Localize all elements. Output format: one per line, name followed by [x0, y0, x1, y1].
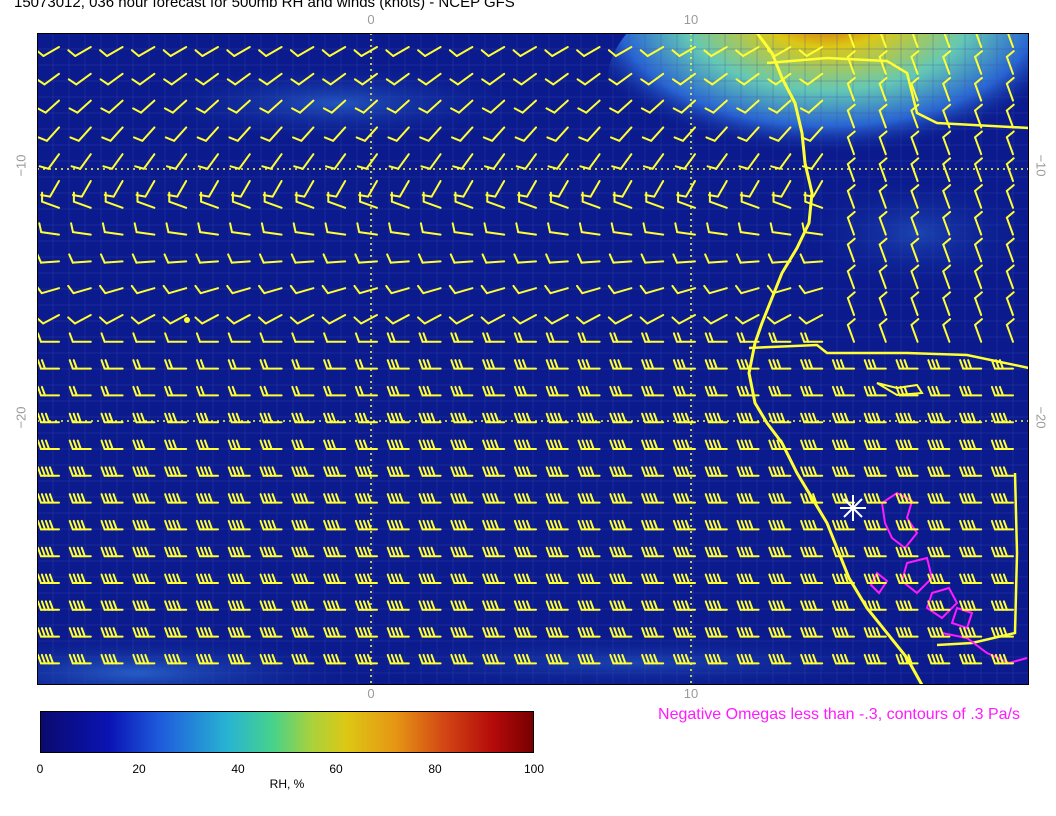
- forecast-map: [37, 33, 1029, 685]
- colorbar: [40, 711, 534, 753]
- colorbar-tick-0: 0: [36, 762, 44, 776]
- lon-tick-top-0: 0: [367, 12, 375, 27]
- omega-note: Negative Omegas less than -.3, contours …: [658, 706, 1020, 723]
- colorbar-tick-60: 60: [329, 762, 343, 776]
- colorbar-gradient: [40, 711, 534, 753]
- lat-tick-left-20: −20: [13, 406, 29, 429]
- island-marker: [184, 317, 190, 323]
- chart-title: 15073012, 036 hour forecast for 500mb RH…: [14, 0, 515, 11]
- lon-tick-top-10: 10: [683, 12, 699, 27]
- colorbar-label: RH, %: [269, 777, 305, 791]
- colorbar-tick-40: 40: [231, 762, 245, 776]
- colorbar-tick-100: 100: [523, 762, 545, 776]
- lon-tick-bottom-0: 0: [367, 686, 375, 701]
- lat-tick-left-10: −10: [13, 154, 29, 177]
- colorbar-tick-80: 80: [428, 762, 442, 776]
- lat-tick-right-20: −20: [1033, 406, 1049, 429]
- lon-tick-bottom-10: 10: [683, 686, 699, 701]
- lat-tick-right-10: −10: [1033, 154, 1049, 177]
- colorbar-tick-20: 20: [132, 762, 146, 776]
